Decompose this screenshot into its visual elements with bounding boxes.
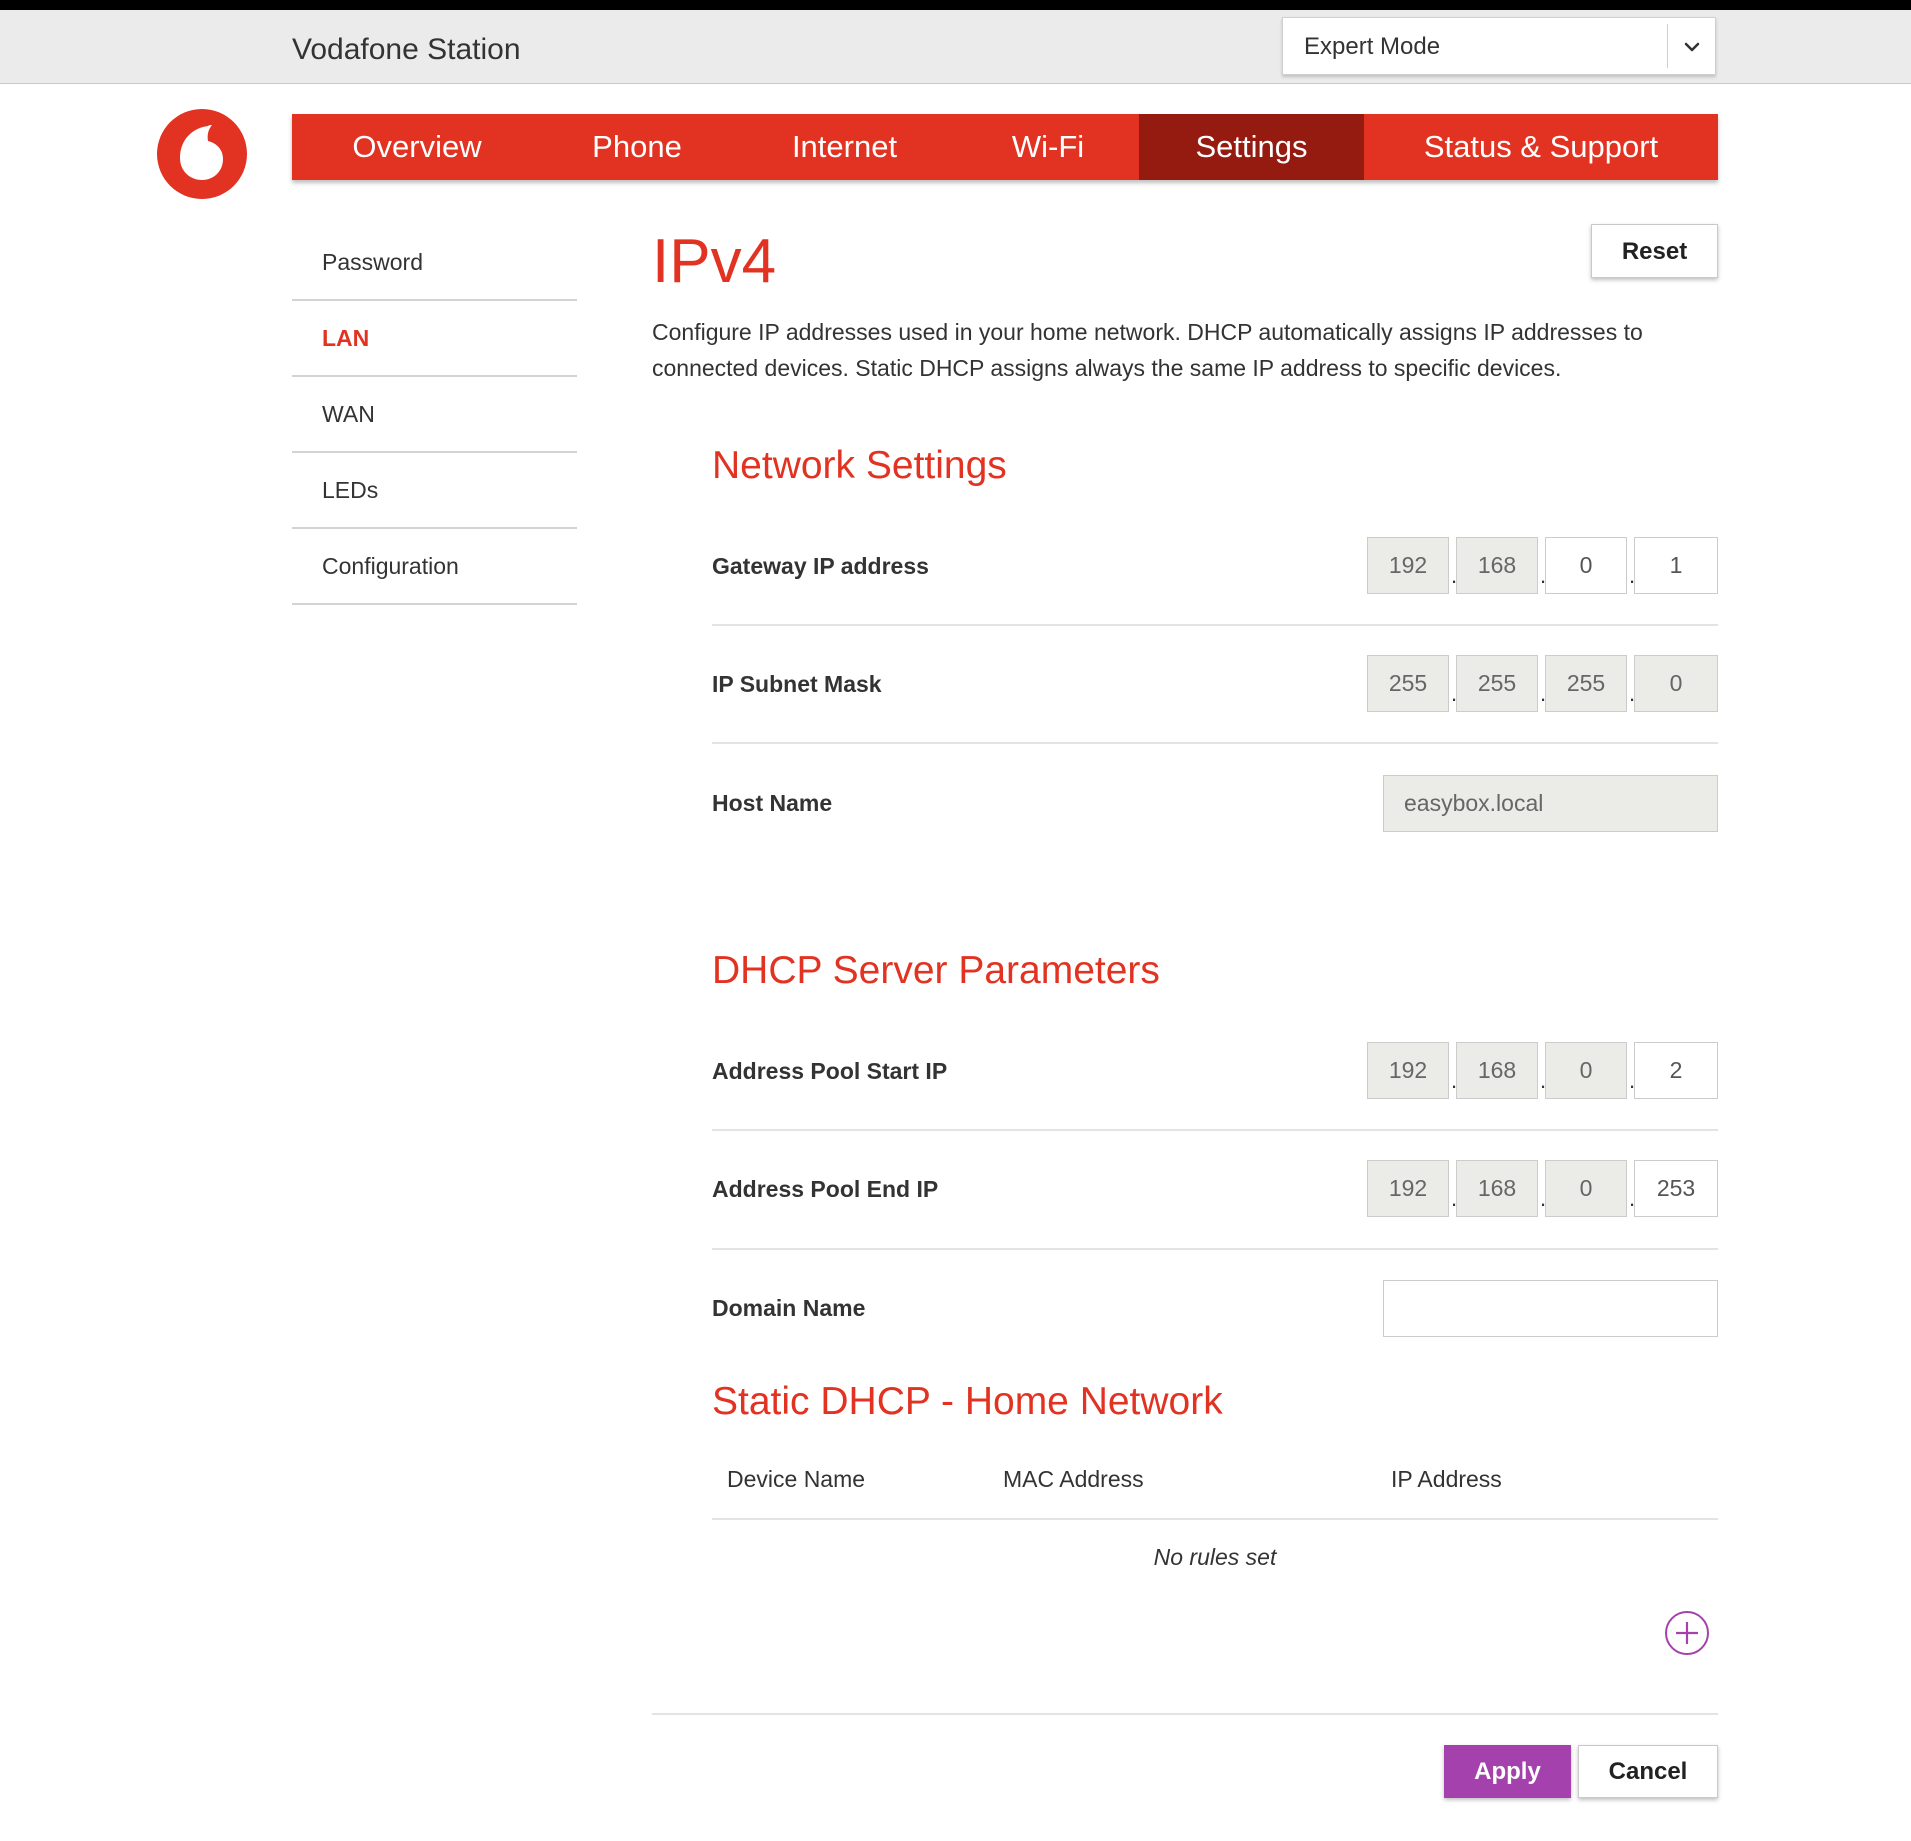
pool-start-input: 192 . 168 . 0 . 2 [1367, 1042, 1718, 1099]
host-name-label: Host Name [712, 790, 833, 816]
plus-circle-icon[interactable] [1664, 1610, 1710, 1656]
chevron-down-icon[interactable] [1679, 34, 1705, 60]
pool-start-octet-2[interactable]: 168 [1456, 1042, 1538, 1099]
nav-wifi[interactable]: Wi-Fi [957, 114, 1139, 180]
vodafone-logo-icon[interactable] [156, 108, 248, 200]
column-device-name: Device Name [727, 1466, 866, 1492]
subnet-octet-1[interactable]: 255 [1367, 655, 1449, 712]
top-strip [0, 0, 1911, 10]
main-nav: Overview Phone Internet Wi-Fi Settings S… [292, 114, 1718, 180]
row-divider [712, 1129, 1718, 1131]
column-ip-address: IP Address [1391, 1466, 1502, 1492]
sidebar-item-leds[interactable]: LEDs [292, 453, 577, 529]
sidebar: Password LAN WAN LEDs Configuration [292, 225, 577, 605]
pool-end-octet-4[interactable]: 253 [1634, 1160, 1718, 1217]
mode-select-value: Expert Mode [1304, 33, 1441, 60]
subnet-mask-label: IP Subnet Mask [712, 671, 882, 697]
row-divider [712, 1248, 1718, 1250]
pool-start-octet-4[interactable]: 2 [1634, 1042, 1718, 1099]
sidebar-item-wan[interactable]: WAN [292, 377, 577, 453]
pool-end-input: 192 . 168 . 0 . 253 [1367, 1160, 1718, 1217]
host-name-field[interactable]: easybox.local [1383, 775, 1718, 832]
domain-name-label: Domain Name [712, 1295, 866, 1321]
sidebar-item-lan[interactable]: LAN [292, 301, 577, 377]
empty-rules-message: No rules set [1153, 1544, 1277, 1570]
app-title: Vodafone Station [292, 33, 521, 66]
pool-start-octet-3[interactable]: 0 [1545, 1042, 1627, 1099]
page-title: IPv4 [652, 227, 777, 296]
apply-button[interactable]: Apply [1444, 1745, 1571, 1798]
nav-settings[interactable]: Settings [1139, 114, 1364, 180]
pool-end-octet-3[interactable]: 0 [1545, 1160, 1627, 1217]
cancel-button[interactable]: Cancel [1578, 1745, 1718, 1798]
gateway-octet-2[interactable]: 168 [1456, 537, 1538, 594]
header-bar: Vodafone Station Expert Mode [0, 10, 1911, 84]
pool-end-octet-2[interactable]: 168 [1456, 1160, 1538, 1217]
mode-select[interactable]: Expert Mode [1282, 17, 1716, 75]
subnet-octet-2[interactable]: 255 [1456, 655, 1538, 712]
row-divider [712, 742, 1718, 744]
mode-select-divider [1667, 24, 1668, 68]
gateway-octet-4[interactable]: 1 [1634, 537, 1718, 594]
row-divider [712, 624, 1718, 626]
nav-status-support[interactable]: Status & Support [1364, 114, 1718, 180]
pool-end-label: Address Pool End IP [712, 1176, 939, 1202]
page-description: Configure IP addresses used in your home… [652, 319, 1643, 381]
static-dhcp-title: Static DHCP - Home Network [712, 1380, 1223, 1423]
sidebar-item-password[interactable]: Password [292, 225, 577, 301]
reset-button[interactable]: Reset [1591, 224, 1718, 278]
gateway-octet-3[interactable]: 0 [1545, 537, 1627, 594]
gateway-ip-label: Gateway IP address [712, 553, 929, 579]
pool-start-octet-1[interactable]: 192 [1367, 1042, 1449, 1099]
nav-phone[interactable]: Phone [542, 114, 732, 180]
subnet-octet-4[interactable]: 0 [1634, 655, 1718, 712]
footer-divider [652, 1713, 1718, 1715]
domain-name-field[interactable] [1383, 1280, 1718, 1337]
pool-start-label: Address Pool Start IP [712, 1058, 948, 1084]
network-settings-title: Network Settings [712, 444, 1007, 487]
pool-end-octet-1[interactable]: 192 [1367, 1160, 1449, 1217]
table-header-divider [712, 1518, 1718, 1520]
sidebar-item-configuration[interactable]: Configuration [292, 529, 577, 605]
nav-overview[interactable]: Overview [292, 114, 542, 180]
nav-internet[interactable]: Internet [732, 114, 957, 180]
gateway-ip-input: 192 . 168 . 0 . 1 [1367, 537, 1718, 594]
subnet-mask-input: 255 . 255 . 255 . 0 [1367, 655, 1718, 712]
dhcp-server-title: DHCP Server Parameters [712, 949, 1160, 992]
column-mac-address: MAC Address [1003, 1466, 1144, 1492]
gateway-octet-1[interactable]: 192 [1367, 537, 1449, 594]
subnet-octet-3[interactable]: 255 [1545, 655, 1627, 712]
